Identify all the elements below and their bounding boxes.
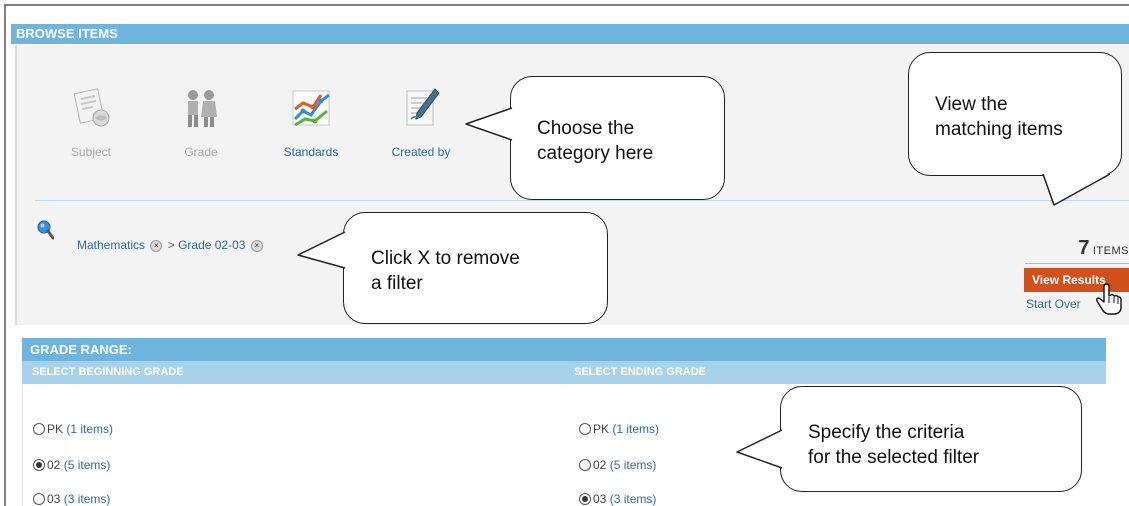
search-icon — [37, 220, 54, 240]
option-count-link[interactable]: (1 items) — [612, 422, 659, 436]
option-count-link[interactable]: (3 items) — [64, 492, 111, 506]
callout-line: View the — [935, 94, 1008, 115]
callout-line: Choose the — [537, 118, 635, 139]
category-subject-label: Subject — [70, 145, 112, 159]
option-grade: PK — [47, 422, 64, 436]
filter-mathematics[interactable]: Mathematics — [77, 238, 145, 252]
active-filters: Mathematics × > Grade 02-03 × — [77, 238, 265, 252]
end-grade-label: SELECT ENDING GRADE — [574, 366, 707, 378]
result-count: 7 ITEMS — [1025, 237, 1129, 260]
begin-option-pk[interactable]: PK (1 items) — [33, 422, 113, 436]
option-grade: PK — [593, 422, 610, 436]
radio-button-selected[interactable] — [579, 493, 591, 505]
option-count-link[interactable]: (5 items) — [64, 458, 111, 472]
panel-divider — [35, 200, 1129, 201]
category-created-by[interactable]: Created by — [376, 85, 466, 159]
option-count-link[interactable]: (3 items) — [610, 492, 657, 506]
result-count-number: 7 — [1078, 237, 1090, 259]
remove-filter-callout: Click X to remove a filter — [343, 212, 608, 324]
callout-line: a filter — [371, 272, 423, 294]
option-count-link[interactable]: (1 items) — [66, 422, 113, 436]
begin-option-02[interactable]: 02 (5 items) — [33, 458, 110, 472]
category-standards-label: Standards — [283, 145, 339, 159]
radio-button[interactable] — [579, 423, 591, 435]
callout-line: category here — [537, 142, 654, 164]
result-count-divider — [1025, 263, 1129, 264]
callout-line: matching items — [935, 118, 1063, 140]
category-standards[interactable]: Standards — [266, 85, 356, 159]
radio-button[interactable] — [579, 459, 591, 471]
category-grade[interactable]: Grade — [156, 85, 246, 159]
standards-icon — [292, 90, 330, 127]
category-subject[interactable]: Subject — [46, 85, 136, 159]
end-option-pk[interactable]: PK (1 items) — [579, 422, 659, 436]
category-grade-label: Grade — [184, 145, 218, 159]
callout-line: Click X to remove — [371, 248, 520, 269]
view-results-callout: View the matching items — [908, 52, 1122, 176]
category-created-by-label: Created by — [391, 145, 451, 159]
end-option-02[interactable]: 02 (5 items) — [579, 458, 656, 472]
category-callout: Choose the category here — [510, 76, 725, 200]
created-by-icon — [406, 88, 440, 126]
remove-grade-icon[interactable]: × — [250, 240, 263, 252]
callout-line: Specify the criteria — [808, 422, 965, 443]
criteria-callout: Specify the criteria for the selected fi… — [780, 386, 1082, 492]
radio-button[interactable] — [33, 493, 45, 505]
radio-button-selected[interactable] — [33, 459, 45, 471]
option-grade: 02 — [593, 458, 607, 472]
option-count-link[interactable]: (5 items) — [610, 458, 657, 472]
radio-button[interactable] — [33, 423, 45, 435]
browse-items-header: BROWSE ITEMS — [11, 24, 1129, 44]
hand-cursor-icon — [1096, 283, 1122, 315]
remove-mathematics-icon[interactable]: × — [150, 240, 163, 252]
callout-line: for the selected filter — [808, 446, 980, 468]
grade-range-header: GRADE RANGE: — [22, 338, 1106, 361]
option-grade: 03 — [593, 492, 607, 506]
start-over-link[interactable]: Start Over — [1026, 297, 1081, 311]
result-count-unit: ITEMS — [1092, 245, 1129, 257]
filter-grade[interactable]: Grade 02-03 — [178, 238, 245, 252]
grade-icon — [188, 90, 217, 127]
end-option-03[interactable]: 03 (3 items) — [579, 492, 656, 506]
begin-grade-label: SELECT BEGINNING GRADE — [32, 366, 184, 378]
filter-separator: > — [167, 238, 175, 252]
subject-icon — [73, 88, 110, 127]
option-grade: 02 — [47, 458, 61, 472]
begin-option-03[interactable]: 03 (3 items) — [33, 492, 110, 506]
option-grade: 03 — [47, 492, 61, 506]
grade-range-subheader: SELECT BEGINNING GRADE SELECT ENDING GRA… — [22, 361, 1106, 384]
